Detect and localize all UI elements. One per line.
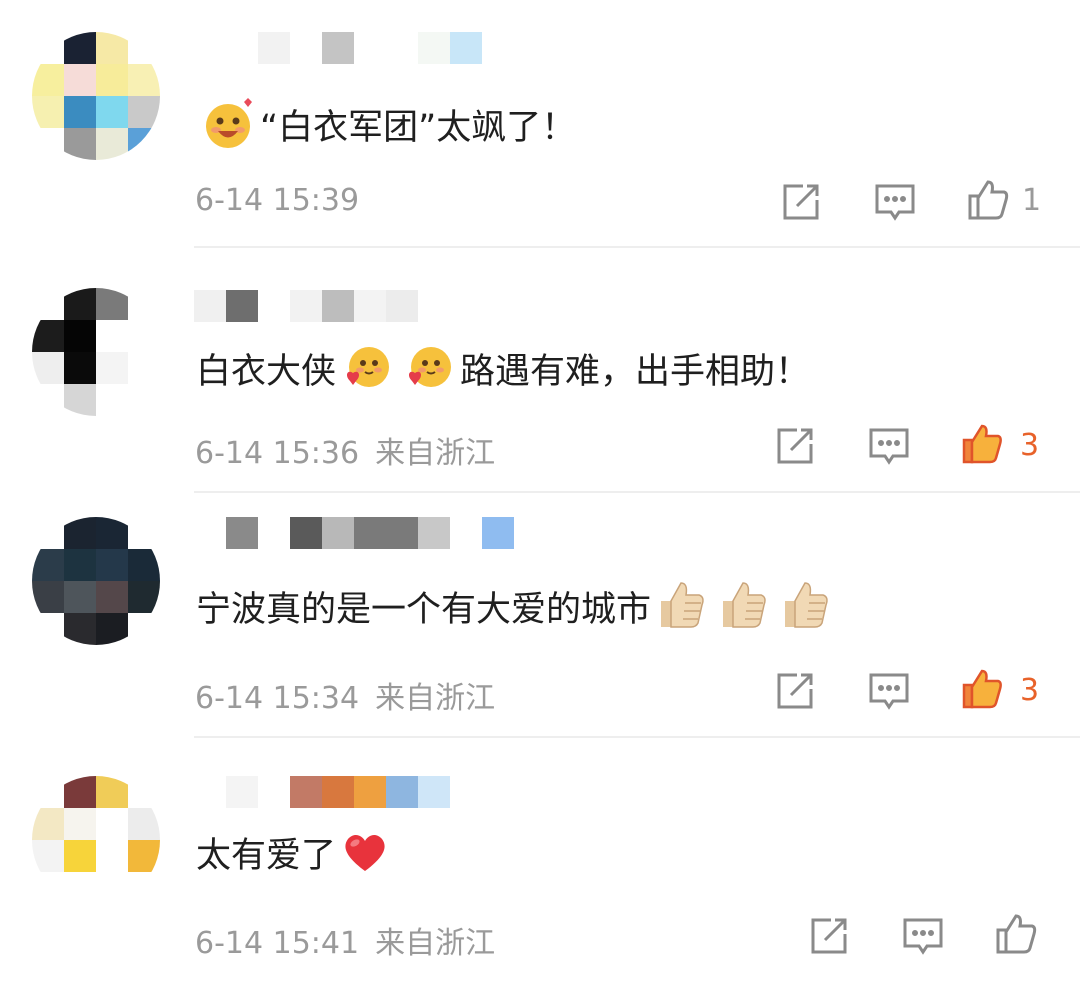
comment-item: 宁波真的是一个有大爱的城市 6-14 15:34 来自浙江 3	[0, 493, 1080, 738]
thumbs-up-icon[interactable]	[966, 178, 1010, 222]
comment-text: 太有爱了	[196, 824, 394, 880]
like-count: 1	[1022, 183, 1042, 218]
avatar[interactable]	[32, 32, 160, 160]
comment-text-content: 太有爱了	[196, 835, 337, 876]
comment-meta: 6-14 15:36 来自浙江	[195, 428, 495, 472]
username-masked[interactable]	[194, 32, 494, 64]
thumbs-up-emoji	[785, 582, 828, 628]
comment-item: 太有爱了 6-14 15:41 来自浙江	[0, 738, 1080, 982]
reply-icon[interactable]	[873, 180, 917, 224]
reply-icon[interactable]	[901, 914, 945, 958]
reply-icon[interactable]	[867, 669, 911, 713]
comment-text: 宁波真的是一个有大爱的城市	[196, 578, 837, 634]
reply-icon[interactable]	[867, 424, 911, 468]
username-masked[interactable]	[194, 776, 494, 808]
red-heart-emoji	[345, 834, 385, 871]
like-count: 3	[1020, 428, 1040, 463]
comment-text-content: “白衣军团”太飒了！	[260, 107, 577, 148]
blushing-grin-emoji	[206, 98, 252, 148]
username-masked[interactable]	[194, 517, 534, 549]
thumbs-up-icon[interactable]	[960, 667, 1004, 711]
comment-text: 白衣大侠 路遇有难，出手相助！	[196, 340, 810, 396]
comment-text: “白衣军团”太飒了！	[196, 96, 576, 152]
comment-text-content: 宁波真的是一个有大爱的城市	[196, 589, 652, 630]
comment-time: 6-14 15:39	[195, 183, 360, 218]
comment-time: 6-14 15:41	[195, 926, 360, 961]
thumbs-up-emoji	[661, 582, 704, 628]
comment-text-content: 白衣大侠	[196, 351, 337, 392]
heart-hug-emoji	[347, 347, 390, 387]
repost-icon[interactable]	[773, 424, 817, 468]
comment-meta: 6-14 15:41 来自浙江	[195, 918, 495, 962]
comment-time: 6-14 15:34	[195, 681, 360, 716]
thumbs-up-icon[interactable]	[960, 422, 1004, 466]
thumbs-up-emoji	[723, 582, 766, 628]
comment-location: 来自浙江	[375, 436, 496, 471]
comment-location: 来自浙江	[375, 681, 496, 716]
avatar[interactable]	[32, 288, 160, 416]
comment-meta: 6-14 15:39	[195, 183, 359, 218]
thumbs-up-icon[interactable]	[994, 912, 1038, 956]
comment-meta: 6-14 15:34 来自浙江	[195, 673, 495, 717]
username-masked[interactable]	[194, 290, 434, 322]
repost-icon[interactable]	[773, 669, 817, 713]
heart-hug-emoji	[409, 347, 452, 387]
comment-text-content: 路遇有难，出手相助！	[460, 351, 811, 392]
comment-location: 来自浙江	[375, 926, 496, 961]
repost-icon[interactable]	[779, 180, 823, 224]
avatar[interactable]	[32, 776, 160, 904]
comment-item: 白衣大侠 路遇有难，出手相助！ 6-14 15:36 来自浙江 3	[0, 248, 1080, 493]
like-count: 3	[1020, 673, 1040, 708]
avatar[interactable]	[32, 517, 160, 645]
repost-icon[interactable]	[807, 914, 851, 958]
comment-time: 6-14 15:36	[195, 436, 360, 471]
comment-item: “白衣军团”太飒了！ 6-14 15:39 1	[0, 0, 1080, 248]
